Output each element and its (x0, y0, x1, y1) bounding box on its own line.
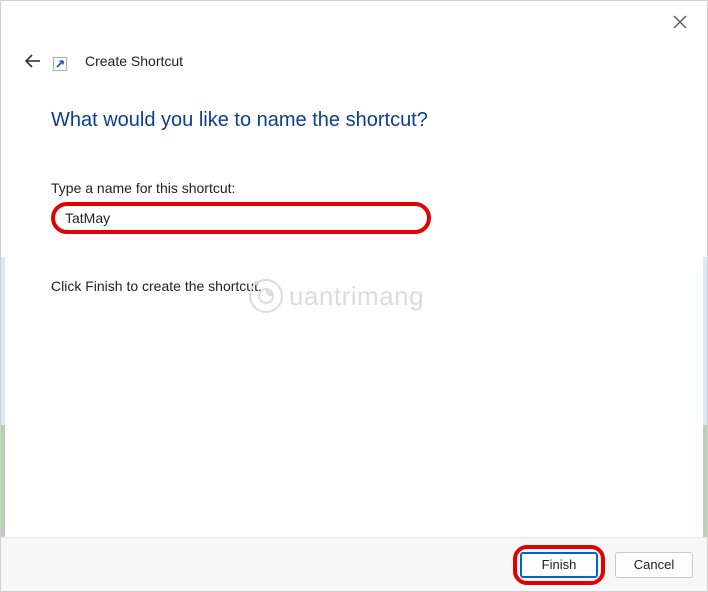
close-icon (673, 15, 687, 29)
create-shortcut-wizard-window: Create Shortcut What would you like to n… (0, 0, 708, 592)
finish-hint: Click Finish to create the shortcut. (51, 278, 657, 294)
wizard-content: What would you like to name the shortcut… (51, 109, 657, 294)
shortcut-name-input[interactable] (65, 210, 417, 226)
close-button[interactable] (673, 15, 689, 31)
finish-button[interactable]: Finish (520, 552, 598, 578)
shortcut-name-highlight (51, 202, 431, 234)
decorative-strip (703, 257, 707, 537)
shortcut-name-label: Type a name for this shortcut: (51, 180, 657, 196)
page-heading: What would you like to name the shortcut… (51, 109, 657, 132)
wizard-title: Create Shortcut (85, 53, 183, 69)
shortcut-overlay-icon (53, 57, 67, 71)
finish-button-highlight: Finish (513, 545, 605, 585)
back-button[interactable] (23, 51, 43, 71)
wizard-header: Create Shortcut (23, 51, 183, 71)
cancel-button[interactable]: Cancel (615, 552, 693, 578)
decorative-strip (1, 257, 5, 537)
arrow-left-icon (24, 52, 42, 70)
wizard-footer: Finish Cancel (1, 537, 707, 591)
